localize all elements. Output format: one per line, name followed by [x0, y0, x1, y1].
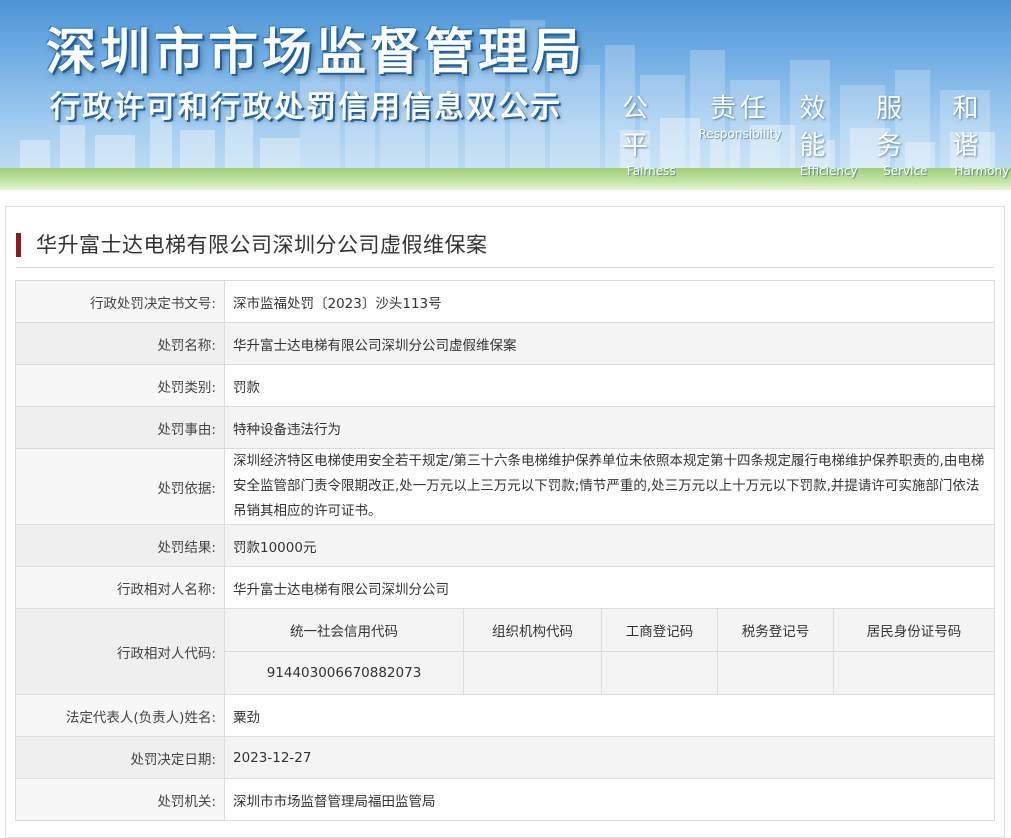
slogan-en: Fairness [626, 164, 676, 178]
party-name-value: 华升富士达电梯有限公司深圳分公司 [224, 566, 995, 609]
party-code-table: 统一社会信用代码 组织机构代码 工商登记码 税务登记号 居民身份证号码 9144… [225, 609, 994, 694]
code-value-id [833, 651, 994, 694]
slogan-cn: 公平 [622, 94, 653, 161]
slogan-item: 公平 Fairness [622, 88, 681, 178]
slogan-cn: 服务 [876, 94, 907, 161]
table-row: 行政相对人名称: 华升富士达电梯有限公司深圳分公司 [15, 566, 995, 609]
code-value-tax [717, 651, 834, 694]
slogan-en: Harmony [954, 164, 1010, 178]
decision-no-label: 行政处罚决定书文号: [15, 280, 225, 323]
case-title-header: 华升富士达电梯有限公司深圳分公司虚假维保案 [16, 227, 994, 268]
penalty-result-value: 罚款10000元 [224, 524, 995, 567]
case-detail-panel: 华升富士达电梯有限公司深圳分公司虚假维保案 行政处罚决定书文号: 深市监福处罚〔… [5, 206, 1005, 838]
site-title: 深圳市市场监督管理局 [46, 23, 586, 81]
code-value-row: 914403006670882073 [225, 651, 994, 694]
code-value-credit: 914403006670882073 [225, 651, 464, 694]
penalty-reason-value: 特种设备违法行为 [224, 406, 995, 449]
code-header-row: 统一社会信用代码 组织机构代码 工商登记码 税务登记号 居民身份证号码 [225, 609, 994, 652]
penalty-category-label: 处罚类别: [15, 364, 225, 407]
decision-date-value: 2023-12-27 [224, 736, 995, 779]
code-header-credit: 统一社会信用代码 [225, 609, 464, 652]
penalty-name-value: 华升富士达电梯有限公司深圳分公司虚假维保案 [224, 322, 995, 365]
party-code-label: 行政相对人代码: [15, 608, 225, 695]
code-value-org [463, 651, 602, 694]
slogan-cn: 效能 [799, 94, 830, 161]
table-row: 处罚机关: 深圳市市场监督管理局福田监管局 [15, 778, 995, 821]
slogan-item: 和谐 Harmony [953, 88, 1011, 178]
code-header-id: 居民身份证号码 [833, 609, 994, 652]
legal-rep-label: 法定代表人(负责人)姓名: [15, 694, 225, 737]
table-row: 处罚决定日期: 2023-12-27 [15, 736, 995, 779]
slogan-en: Service [883, 164, 928, 178]
party-name-label: 行政相对人名称: [15, 566, 225, 609]
code-header-org: 组织机构代码 [463, 609, 602, 652]
slogan-item: 服务 Service [876, 88, 935, 178]
table-row: 法定代表人(负责人)姓名: 粟劲 [15, 694, 995, 737]
authority-label: 处罚机关: [15, 778, 225, 821]
table-row: 处罚名称: 华升富士达电梯有限公司深圳分公司虚假维保案 [15, 322, 995, 365]
code-header-tax: 税务登记号 [717, 609, 834, 652]
penalty-category-value: 罚款 [224, 364, 995, 407]
slogan-item: 效能 Efficiency [800, 88, 859, 178]
table-row: 处罚依据: 深圳经济特区电梯使用安全若干规定/第三十六条电梯维护保养单位未依照本… [15, 448, 995, 525]
slogan-list: 公平 Fairness 责任 Responsibility 效能 Efficie… [622, 88, 1011, 178]
decision-no-value: 深市监福处罚〔2023〕沙头113号 [224, 280, 995, 323]
authority-value: 深圳市市场监督管理局福田监管局 [224, 778, 995, 821]
slogan-item: 责任 Responsibility [699, 88, 782, 178]
legal-rep-value: 粟劲 [224, 694, 995, 737]
penalty-reason-label: 处罚事由: [15, 406, 225, 449]
penalty-basis-label: 处罚依据: [15, 448, 225, 525]
slogan-en: Responsibility [698, 127, 782, 141]
table-row: 处罚事由: 特种设备违法行为 [15, 406, 995, 449]
code-value-business [601, 651, 718, 694]
slogan-en: Efficiency [799, 164, 858, 178]
site-subtitle: 行政许可和行政处罚信用信息双公示 [50, 90, 562, 125]
table-row: 行政相对人代码: 统一社会信用代码 组织机构代码 工商登记码 税务登记号 居民身… [15, 608, 995, 695]
slogan-cn: 和谐 [952, 94, 983, 161]
case-info-table: 行政处罚决定书文号: 深市监福处罚〔2023〕沙头113号 处罚名称: 华升富士… [15, 280, 995, 821]
penalty-result-label: 处罚结果: [15, 524, 225, 567]
table-row: 处罚类别: 罚款 [15, 364, 995, 407]
title-accent-bar [16, 233, 21, 257]
penalty-name-label: 处罚名称: [15, 322, 225, 365]
case-title: 华升富士达电梯有限公司深圳分公司虚假维保案 [36, 233, 488, 257]
decision-date-label: 处罚决定日期: [15, 736, 225, 779]
header-banner: 深圳市市场监督管理局 行政许可和行政处罚信用信息双公示 公平 Fairness … [0, 0, 1011, 190]
table-row: 处罚结果: 罚款10000元 [15, 524, 995, 567]
code-header-business: 工商登记码 [601, 609, 718, 652]
table-row: 行政处罚决定书文号: 深市监福处罚〔2023〕沙头113号 [15, 280, 995, 323]
slogan-cn: 责任 [710, 94, 771, 124]
party-code-cell: 统一社会信用代码 组织机构代码 工商登记码 税务登记号 居民身份证号码 9144… [224, 608, 995, 695]
penalty-basis-value: 深圳经济特区电梯使用安全若干规定/第三十六条电梯维护保养单位未依照本规定第十四条… [224, 448, 995, 525]
